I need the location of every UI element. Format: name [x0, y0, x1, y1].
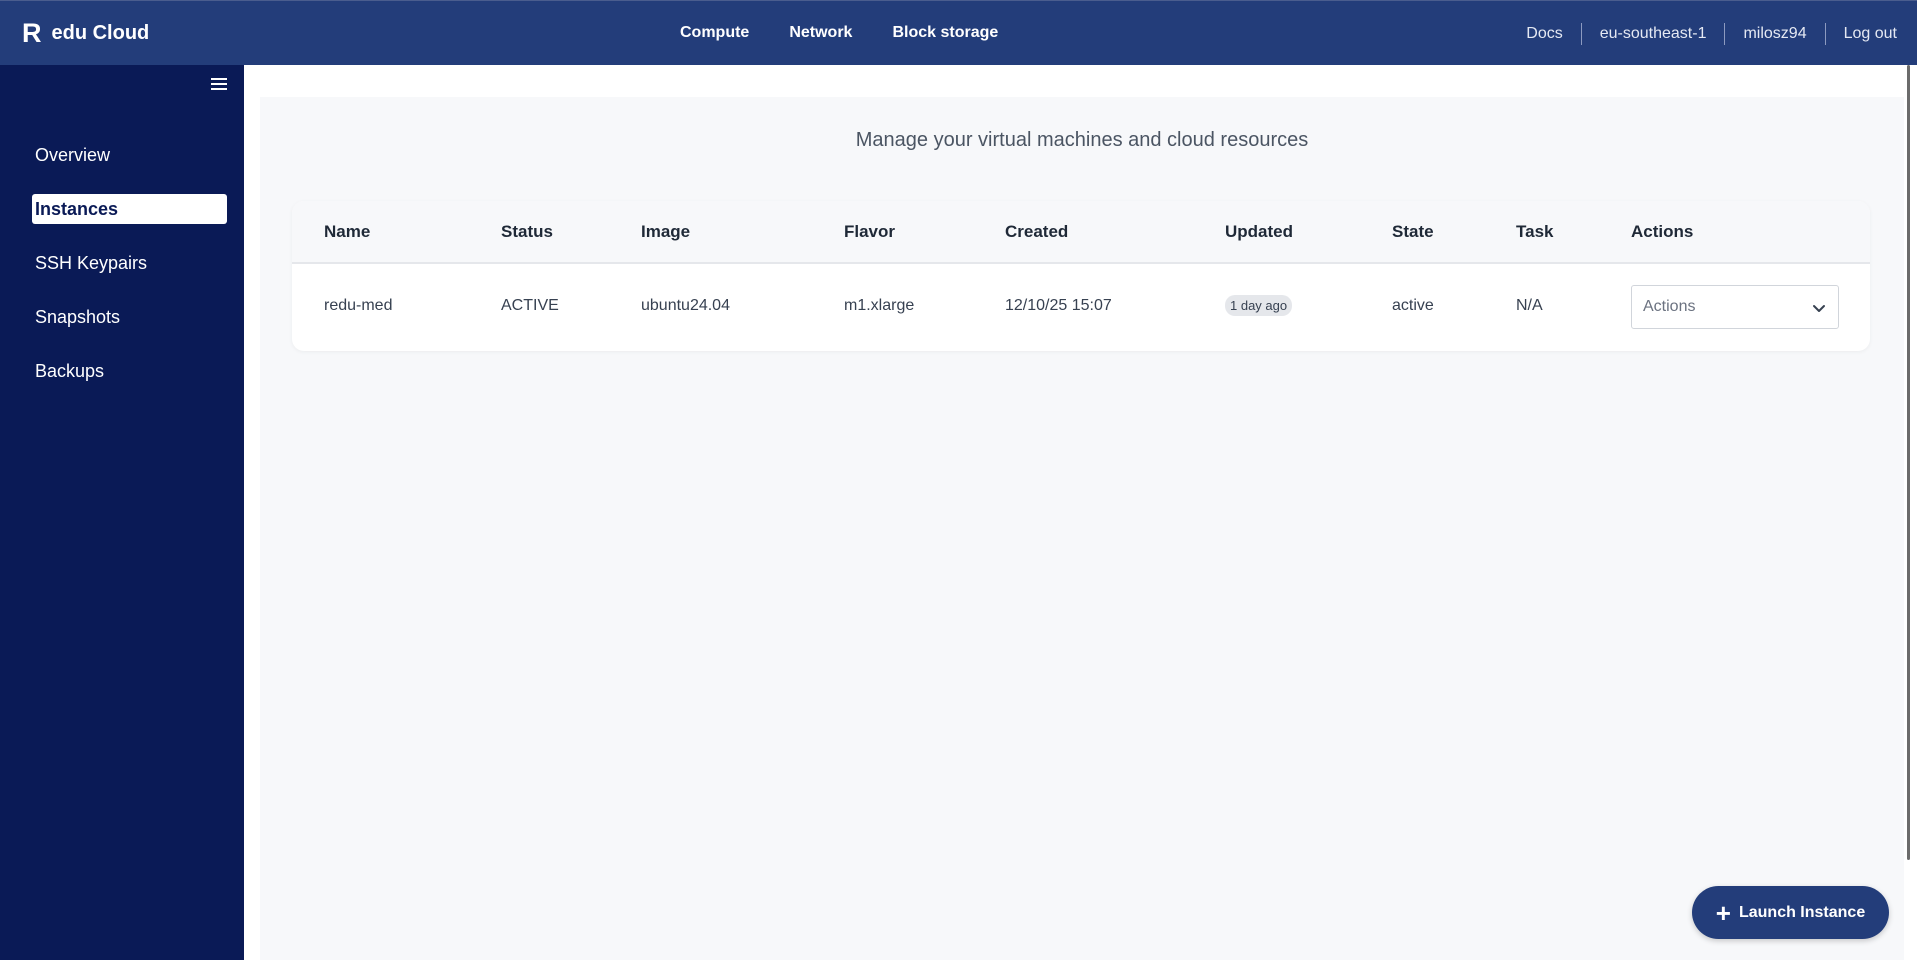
sidebar-item-overview[interactable]: Overview — [32, 140, 227, 170]
page-subtitle: Manage your virtual machines and cloud r… — [855, 129, 1309, 151]
username[interactable]: milosz94 — [1725, 25, 1824, 43]
brand-logo-link[interactable]: R edu Cloud — [22, 20, 149, 47]
sidebar-nav: Overview Instances SSH Keypairs Snapshot… — [32, 140, 227, 410]
instance-status: ACTIVE — [501, 297, 559, 314]
sidebar-item-snapshots[interactable]: Snapshots — [32, 302, 227, 332]
column-header-state[interactable]: State — [1392, 222, 1434, 242]
chevron-down-icon — [1813, 305, 1825, 312]
logout-link[interactable]: Log out — [1826, 25, 1897, 43]
column-header-status[interactable]: Status — [501, 222, 553, 242]
instances-table: Name Status Image Flavor Created Updated… — [292, 201, 1870, 351]
actions-dropdown-label: Actions — [1643, 298, 1696, 315]
column-header-created[interactable]: Created — [1005, 222, 1068, 242]
updated-badge: 1 day ago — [1225, 295, 1293, 316]
column-header-name[interactable]: Name — [324, 222, 370, 242]
column-header-image[interactable]: Image — [641, 222, 690, 242]
table-header: Name Status Image Flavor Created Updated… — [292, 201, 1870, 264]
instance-state: active — [1392, 297, 1434, 314]
instance-task: N/A — [1516, 297, 1543, 314]
column-header-updated[interactable]: Updated — [1225, 222, 1293, 242]
launch-instance-label: Launch Instance — [1738, 903, 1866, 921]
brand-name: edu Cloud — [51, 22, 150, 44]
scrollbar-thumb[interactable] — [1907, 65, 1910, 860]
main-nav: Compute Network Block storage — [680, 24, 1038, 42]
sidebar: Overview Instances SSH Keypairs Snapshot… — [0, 65, 244, 960]
menu-toggle-icon[interactable] — [211, 78, 229, 92]
actions-dropdown[interactable]: Actions — [1631, 285, 1839, 329]
region-selector[interactable]: eu-southeast-1 — [1582, 25, 1725, 43]
plus-icon: + — [1715, 897, 1731, 928]
page-scrollbar[interactable] — [1904, 65, 1917, 860]
instance-flavor: m1.xlarge — [844, 297, 915, 314]
sidebar-item-ssh-keypairs[interactable]: SSH Keypairs — [32, 248, 227, 278]
docs-link[interactable]: Docs — [1508, 25, 1580, 43]
main-content: Manage your virtual machines and cloud r… — [244, 65, 1917, 960]
updated-cell: 1 day ago — [1225, 295, 1293, 316]
table-row[interactable]: redu-med ACTIVE ubuntu24.04 m1.xlarge 12… — [292, 264, 1870, 351]
column-header-flavor[interactable]: Flavor — [844, 222, 895, 242]
instance-name[interactable]: redu-med — [324, 297, 392, 315]
instance-created: 12/10/25 15:07 — [1005, 297, 1112, 314]
sidebar-item-backups[interactable]: Backups — [32, 356, 227, 386]
sidebar-item-instances[interactable]: Instances — [32, 194, 227, 224]
top-navbar: R edu Cloud Compute Network Block storag… — [0, 0, 1917, 65]
logo-icon: R — [22, 18, 42, 48]
nav-network[interactable]: Network — [789, 24, 852, 42]
instance-image: ubuntu24.04 — [641, 297, 730, 314]
column-header-task[interactable]: Task — [1516, 222, 1554, 242]
user-menu: Docs eu-southeast-1 milosz94 Log out — [1508, 23, 1897, 45]
instances-panel: Manage your virtual machines and cloud r… — [260, 97, 1904, 960]
launch-instance-button[interactable]: + Launch Instance — [1692, 886, 1889, 939]
nav-compute[interactable]: Compute — [680, 24, 749, 42]
column-header-actions: Actions — [1631, 222, 1694, 241]
nav-block-storage[interactable]: Block storage — [892, 24, 998, 42]
